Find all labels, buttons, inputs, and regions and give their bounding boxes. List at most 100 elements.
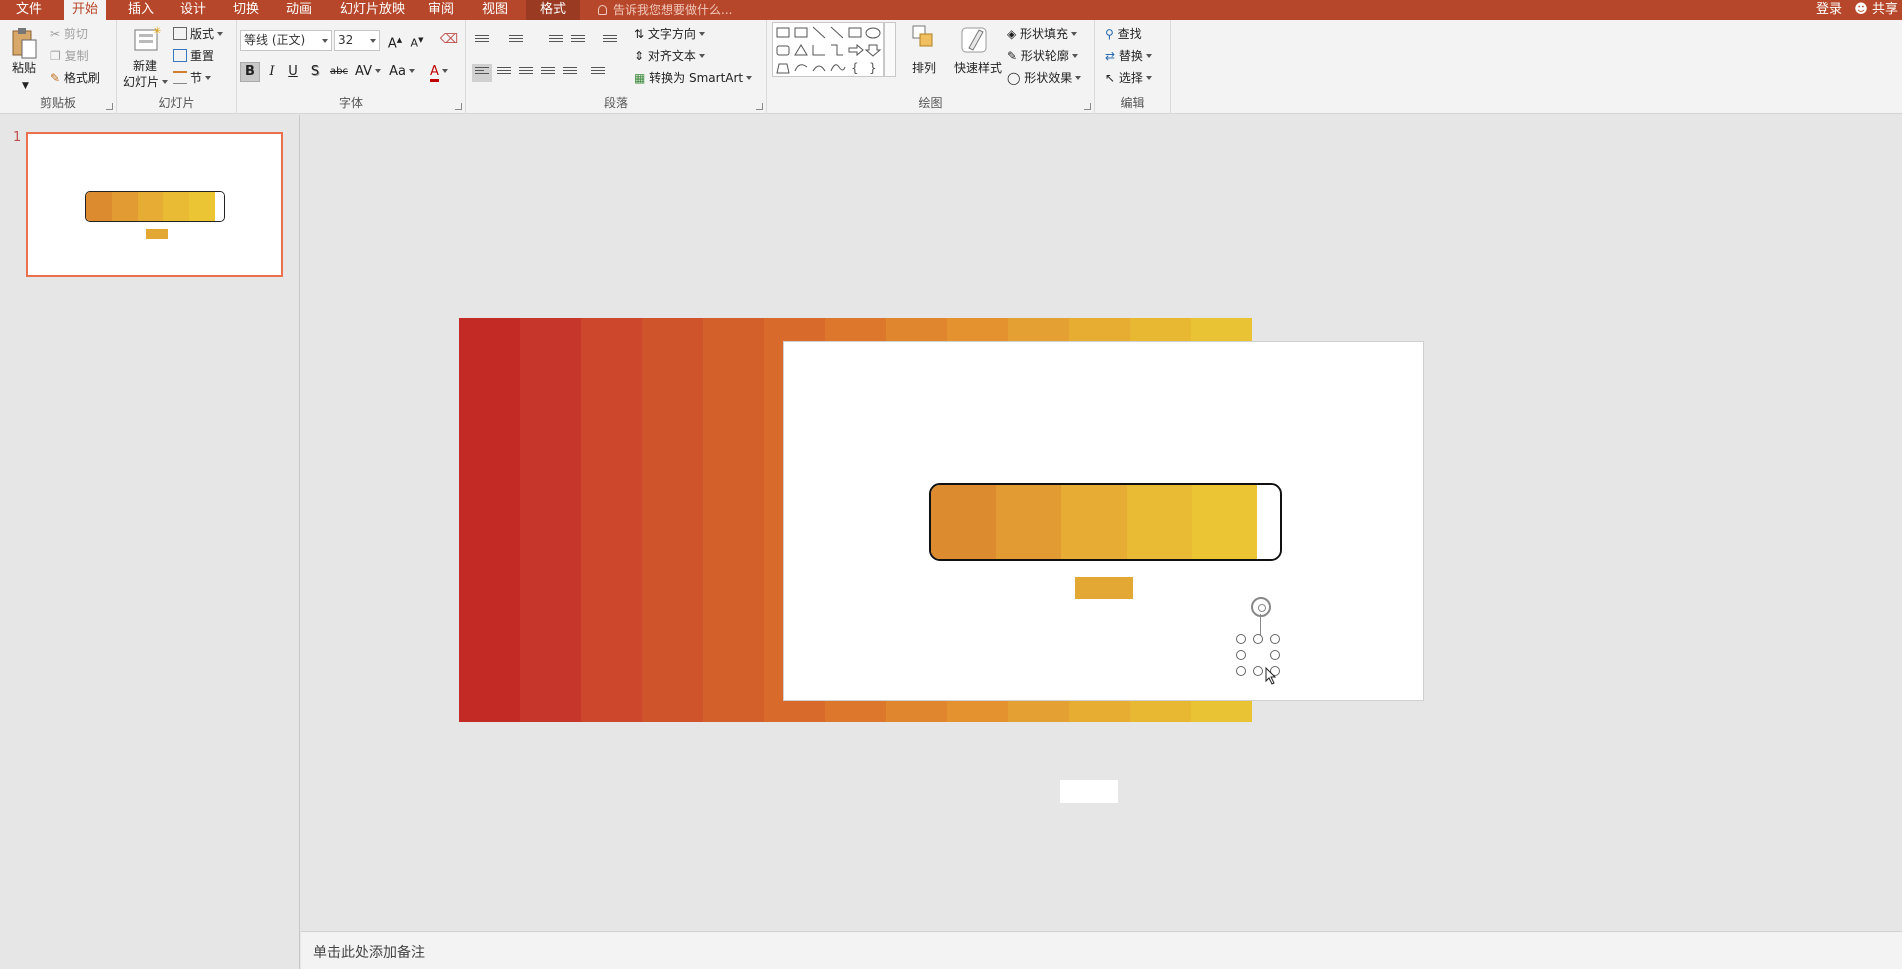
shape-fill-button[interactable]: ◈ 形状填充 xyxy=(1007,26,1078,42)
paint-bucket-icon: ◈ xyxy=(1007,27,1021,41)
align-left-button[interactable] xyxy=(472,64,492,82)
char-spacing-button[interactable]: AV xyxy=(354,62,382,82)
clipboard-dialog-launcher[interactable] xyxy=(106,103,113,110)
italic-button[interactable]: I xyxy=(262,62,282,82)
tab-animations[interactable]: 动画 xyxy=(278,0,320,20)
tab-design[interactable]: 设计 xyxy=(172,0,214,20)
bold-button[interactable]: B xyxy=(240,62,260,82)
tab-view[interactable]: 视图 xyxy=(474,0,516,20)
progress-bar-segment xyxy=(214,192,224,221)
shape-outline-button[interactable]: ✎ 形状轮廓 xyxy=(1007,48,1078,64)
grow-font-label: A xyxy=(387,36,397,52)
clear-format-button[interactable]: ⌫ xyxy=(439,30,459,50)
paragraph-dialog-launcher[interactable] xyxy=(756,103,763,110)
arrange-button[interactable]: 排列 xyxy=(912,60,936,76)
section-button[interactable]: 节 xyxy=(173,70,212,86)
shrink-font-button[interactable]: A▼ xyxy=(407,30,427,50)
new-slide-button[interactable]: ✳ xyxy=(131,24,161,54)
bullets-button[interactable] xyxy=(472,32,492,50)
select-button[interactable]: ↖ 选择 xyxy=(1105,70,1152,86)
bullets-icon xyxy=(475,35,489,44)
justify-button[interactable] xyxy=(538,64,558,82)
layout-label: 版式 xyxy=(190,27,215,41)
tab-slideshow[interactable]: 幻灯片放映 xyxy=(332,0,413,20)
tab-transitions[interactable]: 切换 xyxy=(225,0,267,20)
columns-icon xyxy=(591,67,605,76)
resize-handle-tl[interactable] xyxy=(1236,634,1246,644)
offslide-white-rectangle[interactable] xyxy=(1060,780,1118,803)
slide[interactable] xyxy=(783,341,1424,701)
replace-button[interactable]: ⇄ 替换 xyxy=(1105,48,1152,64)
paste-dropdown[interactable]: ▼ xyxy=(22,78,29,94)
rotate-handle-icon[interactable] xyxy=(1251,597,1271,617)
text-direction-button[interactable]: ⇅ 文字方向 xyxy=(634,26,705,42)
progress-bar-shape[interactable] xyxy=(929,483,1282,561)
gallery-scrollbar[interactable] xyxy=(884,22,896,77)
tab-format[interactable]: 格式 xyxy=(526,0,580,20)
line-spacing-button[interactable] xyxy=(600,32,620,50)
quick-styles-button[interactable]: 快速样式 xyxy=(954,60,1002,76)
selected-shape[interactable] xyxy=(1231,597,1291,687)
copy-button[interactable]: ❐ 复制 xyxy=(50,48,89,64)
align-text-button[interactable]: ⇕ 对齐文本 xyxy=(634,48,705,64)
resize-handle-tr[interactable] xyxy=(1270,634,1280,644)
new-slide-label-2[interactable]: 幻灯片 xyxy=(123,74,169,90)
paste-button[interactable] xyxy=(10,26,38,60)
eraser-icon: ⌫ xyxy=(439,32,459,47)
smartart-label: 转换为 SmartArt xyxy=(649,71,744,85)
decrease-indent-button[interactable] xyxy=(546,32,566,50)
font-name-combo[interactable]: 等线 (正文) xyxy=(240,30,332,51)
font-group-label: 字体 xyxy=(338,96,363,110)
resize-handle-bl[interactable] xyxy=(1236,666,1246,676)
shape-effects-button[interactable]: ◯ 形状效果 xyxy=(1007,70,1082,86)
font-dialog-launcher[interactable] xyxy=(455,103,462,110)
tab-review[interactable]: 审阅 xyxy=(420,0,462,20)
underline-button[interactable]: U xyxy=(283,62,303,82)
layout-button[interactable]: 版式 xyxy=(173,26,224,42)
login-link[interactable]: 登录 xyxy=(1816,0,1842,20)
chevron-down-icon xyxy=(1071,32,1078,36)
slide-thumbnail[interactable] xyxy=(26,132,283,277)
increase-indent-button[interactable] xyxy=(568,32,588,50)
slide-editing-canvas[interactable] xyxy=(301,115,1902,931)
tab-insert[interactable]: 插入 xyxy=(120,0,162,20)
font-size-combo[interactable]: 32 xyxy=(334,30,380,51)
tell-me-text: 告诉我您想要做什么... xyxy=(613,3,733,17)
gradient-stripe xyxy=(520,318,581,722)
align-right-button[interactable] xyxy=(516,64,536,82)
format-painter-button[interactable]: ✎ 格式刷 xyxy=(50,70,100,86)
columns-button[interactable] xyxy=(588,64,608,82)
notes-placeholder: 单击此处添加备注 xyxy=(313,945,425,961)
small-rectangle-shape[interactable] xyxy=(1075,577,1133,599)
resize-handle-l[interactable] xyxy=(1236,650,1246,660)
find-button[interactable]: ⚲ 查找 xyxy=(1105,26,1142,42)
progress-bar-segment xyxy=(86,192,112,221)
progress-bar-segment xyxy=(111,192,138,221)
distributed-button[interactable] xyxy=(560,64,580,82)
notes-pane[interactable]: 单击此处添加备注 xyxy=(301,931,1902,969)
align-center-button[interactable] xyxy=(494,64,514,82)
tab-file[interactable]: 文件 xyxy=(8,0,50,20)
tell-me-search[interactable]: 告诉我您想要做什么... xyxy=(598,0,732,20)
change-case-button[interactable]: Aa xyxy=(387,62,417,82)
numbering-button[interactable] xyxy=(506,32,526,50)
shadow-button[interactable]: S xyxy=(305,62,325,82)
resize-handle-r[interactable] xyxy=(1270,650,1280,660)
strikethrough-button[interactable]: abc xyxy=(327,62,351,82)
shape-fill-label: 形状填充 xyxy=(1020,27,1069,41)
smartart-button[interactable]: ▦ 转换为 SmartArt xyxy=(634,70,753,86)
resize-handle-b[interactable] xyxy=(1253,666,1263,676)
resize-handle-t[interactable] xyxy=(1253,634,1263,644)
grow-font-button[interactable]: A▲ xyxy=(385,30,405,52)
share-button[interactable]: ☻ 共享 xyxy=(1854,0,1898,20)
tab-home[interactable]: 开始 xyxy=(64,0,107,20)
slides-group: ✳ 新建 幻灯片 版式 重置 节 幻灯片 xyxy=(117,20,237,114)
shapes-gallery[interactable]: {} xyxy=(772,22,884,77)
chevron-down-icon xyxy=(1075,76,1082,80)
reset-button[interactable]: 重置 xyxy=(173,48,214,64)
align-center-icon xyxy=(497,67,511,76)
font-color-button[interactable]: A xyxy=(425,62,453,82)
cut-button[interactable]: ✂ 剪切 xyxy=(50,26,88,42)
chevron-down-icon xyxy=(322,39,328,43)
drawing-dialog-launcher[interactable] xyxy=(1084,103,1091,110)
